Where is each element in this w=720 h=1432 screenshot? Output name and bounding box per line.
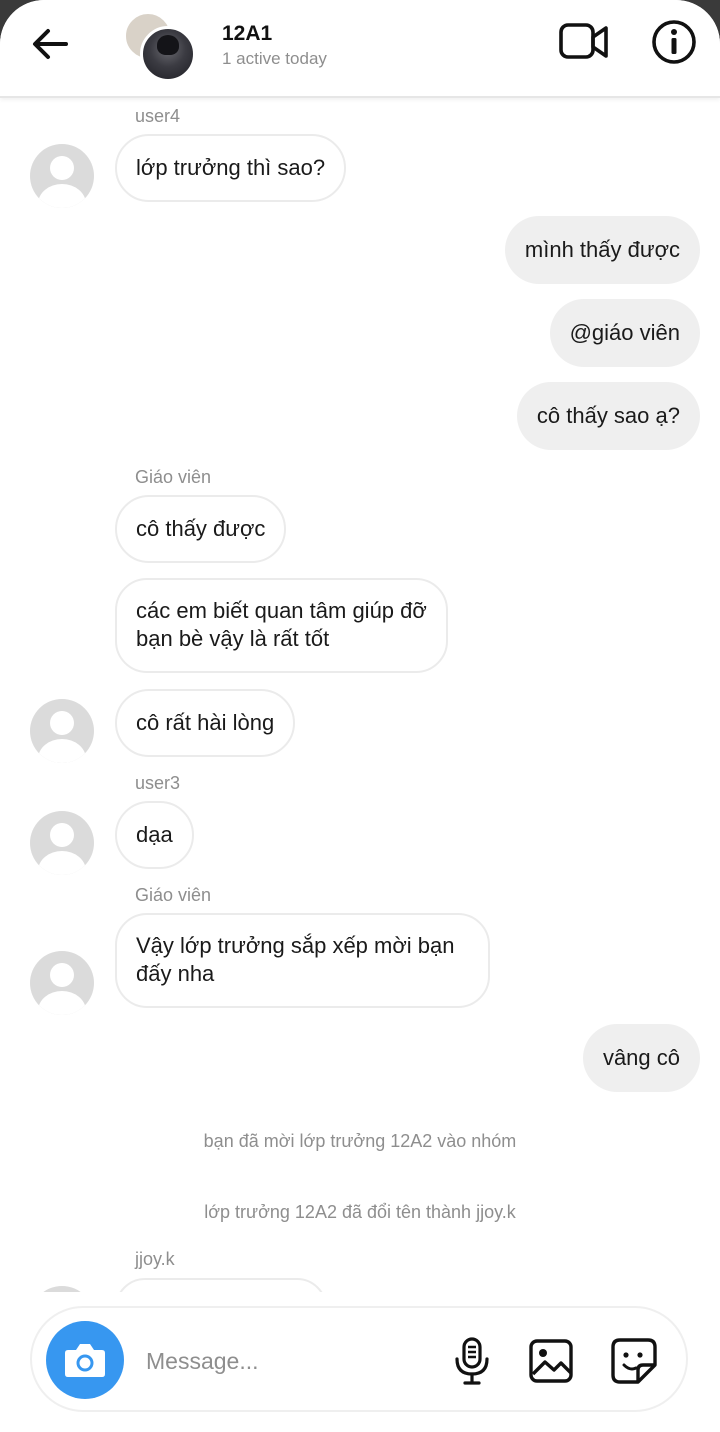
chat-screen: 12A1 1 active today user4 lớp trưởng thì…	[0, 0, 720, 1432]
video-camera-icon	[559, 23, 608, 59]
message-bubble[interactable]: lớp trưởng thì sao?	[115, 134, 347, 202]
sender-name: user4	[135, 106, 181, 126]
sticker-icon	[611, 1338, 657, 1384]
user-avatar[interactable]	[30, 811, 94, 875]
gallery-button[interactable]	[528, 1338, 576, 1384]
voice-message-button[interactable]	[452, 1336, 492, 1386]
message-thread[interactable]: user4 lớp trưởng thì sao? mình thấy được…	[0, 98, 720, 1292]
image-icon	[529, 1339, 573, 1383]
arrow-left-icon	[33, 29, 68, 59]
message-line: Vậy lớp trưởng sắp xếp mời bạn	[136, 933, 455, 958]
message-line: các em biết quan tâm giúp đỡ	[136, 598, 427, 623]
sender-name: jjoy.k	[135, 1249, 175, 1269]
video-call-button[interactable]	[558, 20, 610, 64]
message-bubble-own[interactable]: cô thấy sao ạ?	[516, 382, 700, 450]
user-avatar[interactable]	[30, 1286, 94, 1292]
message-bubble-own[interactable]: vâng cô	[582, 1024, 700, 1092]
camera-button[interactable]	[46, 1321, 124, 1399]
back-button[interactable]	[28, 22, 72, 66]
message-line: đấy nha	[136, 961, 215, 986]
message-bubble[interactable]: Vậy lớp trưởng sắp xếp mời bạn đấy nha	[115, 913, 491, 1008]
chat-header: 12A1 1 active today	[0, 0, 720, 98]
message-bubble[interactable]: cô thấy được	[115, 495, 287, 563]
message-composer	[30, 1306, 688, 1412]
message-bubble[interactable]: dạa	[115, 801, 194, 869]
sender-name: Giáo viên	[135, 467, 212, 487]
info-button[interactable]	[650, 18, 698, 66]
sender-name: Giáo viên	[135, 885, 212, 905]
camera-icon	[65, 1344, 105, 1377]
member-avatar	[140, 26, 196, 82]
message-bubble[interactable]	[115, 1278, 327, 1292]
message-input[interactable]	[144, 1338, 428, 1384]
message-bubble[interactable]: cô rất hài lòng	[115, 689, 296, 757]
info-icon	[652, 20, 696, 64]
group-avatar[interactable]	[124, 12, 196, 82]
message-bubble-own[interactable]: @giáo viên	[549, 299, 700, 367]
system-notice: bạn đã mời lớp trưởng 12A2 vào nhóm	[203, 1131, 517, 1151]
message-bubble-own[interactable]: mình thấy được	[504, 216, 700, 284]
message-bubble[interactable]: các em biết quan tâm giúp đỡ bạn bè vậy …	[115, 578, 448, 673]
message-line: bạn bè vậy là rất tốt	[136, 626, 330, 651]
sender-name: user3	[135, 773, 181, 793]
microphone-icon	[455, 1337, 489, 1385]
system-notice: lớp trưởng 12A2 đã đổi tên thành jjoy.k	[204, 1202, 516, 1222]
user-avatar[interactable]	[30, 951, 94, 1015]
sticker-button[interactable]	[610, 1337, 658, 1385]
chat-title[interactable]: 12A1	[222, 22, 272, 46]
user-avatar[interactable]	[30, 699, 94, 763]
active-status: 1 active today	[222, 49, 327, 68]
user-avatar[interactable]	[30, 144, 94, 208]
